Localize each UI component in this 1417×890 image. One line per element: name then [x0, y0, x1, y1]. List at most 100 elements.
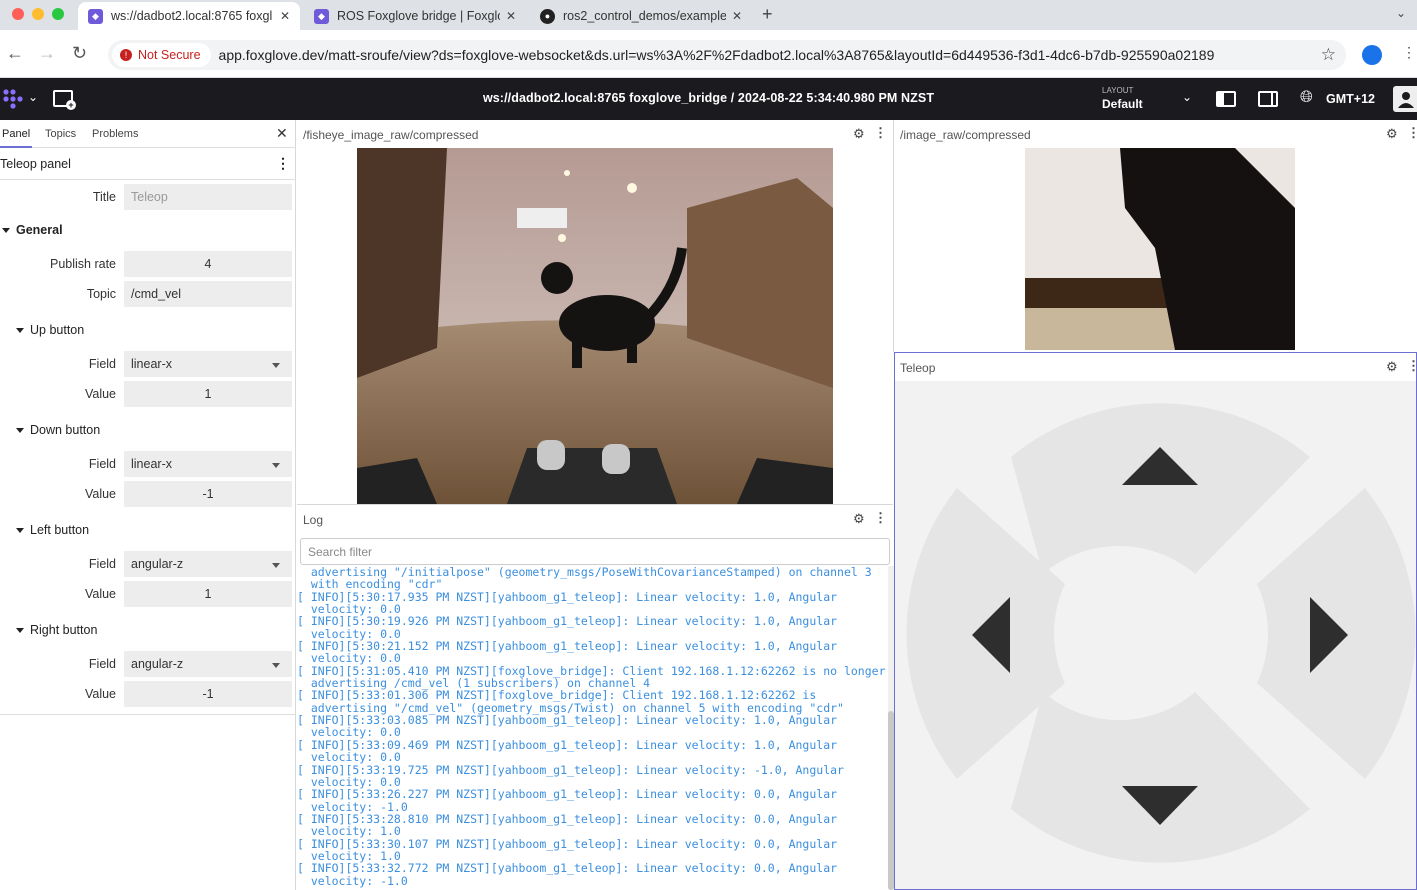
layout-selector[interactable]: Default	[1102, 97, 1143, 111]
user-avatar[interactable]	[1393, 86, 1417, 112]
collapse-caret-icon	[16, 327, 24, 333]
gear-icon[interactable]: ⚙	[853, 511, 865, 527]
tab-search-chevron-icon[interactable]: ⌄	[1396, 6, 1406, 20]
tab-title: ROS Foxglove bridge | Foxglo	[337, 9, 500, 23]
up-button-section[interactable]: Up button	[16, 323, 84, 337]
maximize-window-button[interactable]	[52, 8, 64, 20]
down-field-row: Field linear-x	[0, 449, 296, 479]
close-tab-icon[interactable]: ✕	[732, 9, 742, 23]
right-button-section[interactable]: Right button	[16, 623, 97, 637]
image-panel-header: /image_raw/compressed ⚙ ⋮	[894, 120, 1417, 148]
panel-menu-icon[interactable]: ⋮	[874, 125, 887, 141]
security-indicator[interactable]: ! Not Secure	[112, 43, 211, 67]
up-field-select[interactable]: linear-x	[124, 351, 292, 377]
camera-image	[1025, 148, 1295, 350]
log-line: velocity: -1.0	[297, 873, 408, 888]
down-value-row: Value -1	[0, 479, 296, 509]
right-field-row: Field angular-z	[0, 649, 296, 679]
back-icon[interactable]: ←	[6, 44, 24, 62]
new-tab-icon[interactable]: +	[762, 4, 773, 25]
browser-tab-0[interactable]: ◆ ws://dadbot2.local:8765 foxgl ✕	[78, 2, 300, 30]
close-window-button[interactable]	[12, 8, 24, 20]
profile-avatar[interactable]	[1362, 45, 1382, 65]
up-value-row: Value 1	[0, 379, 296, 409]
left-field-select[interactable]: angular-z	[124, 551, 292, 577]
forward-icon[interactable]: →	[38, 44, 56, 62]
panel-menu-icon[interactable]: ⋮	[1407, 358, 1416, 374]
minimize-window-button[interactable]	[32, 8, 44, 20]
log-search-filter-input[interactable]: Search filter	[300, 538, 890, 565]
log-panel-header: Log ⚙ ⋮	[297, 505, 893, 533]
tab-topics[interactable]: Topics	[45, 128, 76, 140]
layout-caption: LAYOUT	[1102, 86, 1134, 95]
log-output: advertising "/initialpose" (geometry_msg…	[297, 566, 889, 890]
panel-header: Teleop panel ⋮	[0, 149, 296, 180]
tab-problems[interactable]: Problems	[92, 128, 138, 140]
left-value-input[interactable]: 1	[124, 581, 292, 607]
up-button[interactable]	[1011, 403, 1310, 574]
topic-row: Topic /cmd_vel	[0, 279, 296, 309]
gear-icon[interactable]: ⚙	[1386, 359, 1398, 375]
field-label: Field	[88, 357, 116, 371]
teleop-panel-header: Teleop ⚙ ⋮	[895, 353, 1416, 381]
value-label: Value	[84, 687, 116, 701]
panel-title: /fisheye_image_raw/compressed	[303, 128, 479, 142]
app-toolbar: ⌄ + ws://dadbot2.local:8765 foxglove_bri…	[0, 78, 1417, 120]
sidebar-divider	[0, 714, 296, 715]
sidebar-tabs: Panel Topics Problems ✕	[0, 120, 296, 148]
topic-input[interactable]: /cmd_vel	[124, 281, 292, 307]
browser-tab-bar: ◆ ws://dadbot2.local:8765 foxgl ✕ ◆ ROS …	[0, 0, 1417, 30]
log-line: velocity: 0.0	[297, 750, 401, 765]
browser-tab-1[interactable]: ◆ ROS Foxglove bridge | Foxglo ✕	[304, 2, 526, 30]
bookmark-star-icon[interactable]: ☆	[1321, 45, 1336, 65]
up-field-row: Field linear-x	[0, 349, 296, 379]
log-line: [ INFO][5:30:19.926 PM NZST][yahboom_g1_…	[297, 614, 838, 629]
dropdown-caret-icon	[272, 363, 280, 368]
teleop-dpad	[906, 403, 1416, 863]
timezone-label[interactable]: GMT+12	[1326, 92, 1375, 106]
field-label: Field	[88, 457, 116, 471]
gear-icon[interactable]: ⚙	[1386, 126, 1398, 142]
close-tab-icon[interactable]: ✕	[280, 9, 290, 23]
panel-menu-icon[interactable]: ⋮	[276, 155, 290, 172]
right-value-input[interactable]: -1	[124, 681, 292, 707]
toggle-right-sidebar-icon[interactable]	[1258, 91, 1278, 107]
omnibox[interactable]: ! Not Secure app.foxglove.dev/matt-srouf…	[108, 40, 1346, 70]
title-input[interactable]: Teleop	[124, 184, 292, 210]
general-section[interactable]: General	[2, 223, 63, 237]
down-button[interactable]	[1011, 692, 1310, 863]
security-label: Not Secure	[138, 48, 201, 62]
log-line: with encoding "cdr"	[297, 577, 443, 592]
log-line: [ INFO][5:33:01.306 PM NZST][foxglove_br…	[297, 688, 817, 703]
collapse-caret-icon	[16, 427, 24, 433]
toggle-left-sidebar-icon[interactable]	[1216, 91, 1236, 107]
browser-menu-icon[interactable]: ⋮	[1402, 44, 1416, 61]
browser-address-bar: ← → ↻ ! Not Secure app.foxglove.dev/matt…	[0, 30, 1417, 78]
down-value-input[interactable]: -1	[124, 481, 292, 507]
value-label: Value	[84, 387, 116, 401]
panel-menu-icon[interactable]: ⋮	[874, 510, 887, 526]
panel-title: Teleop panel	[0, 157, 71, 171]
up-value-input[interactable]: 1	[124, 381, 292, 407]
publish-rate-input[interactable]: 4	[124, 251, 292, 277]
tab-panel[interactable]: Panel	[2, 128, 30, 140]
reload-icon[interactable]: ↻	[72, 44, 87, 62]
section-label: Left button	[30, 523, 90, 537]
globe-icon[interactable]: 🌐︎	[1300, 89, 1313, 107]
browser-tab-2[interactable]: ● ros2_control_demos/example ✕	[530, 2, 752, 30]
layout-chevron-icon[interactable]: ⌄	[1182, 90, 1192, 104]
right-field-select[interactable]: angular-z	[124, 651, 292, 677]
url-text[interactable]: app.foxglove.dev/matt-sroufe/view?ds=fox…	[219, 47, 1321, 63]
close-tab-icon[interactable]: ✕	[506, 9, 516, 23]
dropdown-caret-icon	[272, 663, 280, 668]
left-button-section[interactable]: Left button	[16, 523, 89, 537]
value-label: Value	[84, 487, 116, 501]
down-button-section[interactable]: Down button	[16, 423, 100, 437]
gear-icon[interactable]: ⚙	[853, 126, 865, 142]
panel-settings-sidebar: Panel Topics Problems ✕ Teleop panel ⋮ T…	[0, 120, 296, 890]
down-field-select[interactable]: linear-x	[124, 451, 292, 477]
fisheye-camera-image	[357, 148, 833, 504]
tab-title: ros2_control_demos/example	[563, 9, 726, 23]
panel-menu-icon[interactable]: ⋮	[1407, 125, 1417, 141]
close-sidebar-icon[interactable]: ✕	[276, 125, 288, 142]
